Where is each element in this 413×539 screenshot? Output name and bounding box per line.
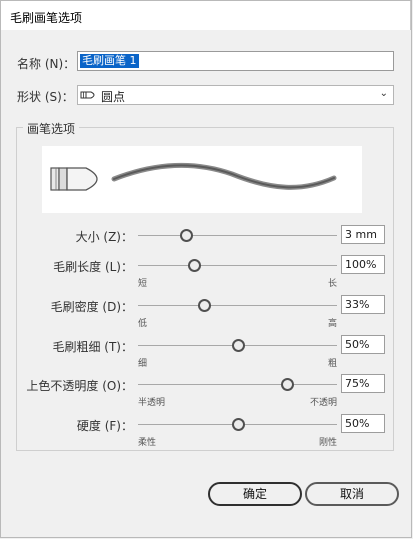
stiffness-slider-thumb[interactable] [231, 418, 245, 431]
size-label: 大小 (Z)： [75, 230, 133, 244]
bristle-length-slider-thumb[interactable] [187, 259, 201, 272]
chevron-down-icon[interactable]: ⌄ [380, 88, 388, 99]
paint-opacity-max-label: 不透明 [309, 398, 337, 408]
bristle-length-label: 毛刷长度 (L)： [53, 260, 133, 274]
bristle-density-slider-track[interactable] [138, 305, 337, 306]
paint-opacity-min-label: 半透明 [138, 398, 166, 408]
bristle-density-slider-thumb[interactable] [197, 299, 211, 312]
bristle-length-max-label: 长 [327, 279, 337, 289]
bristle-density-value-field[interactable]: 33% [341, 295, 385, 314]
paint-opacity-slider-track[interactable] [138, 384, 337, 385]
brush-options-title: 画笔选项 [23, 120, 80, 137]
bristle-length-slider-track[interactable] [138, 265, 337, 266]
brush-preview [42, 146, 362, 213]
bristle-thickness-slider-thumb[interactable] [231, 339, 245, 352]
bristle-length-min-label: 短 [138, 279, 148, 289]
ok-button[interactable]: 确定 [208, 482, 302, 506]
brush-preview-graphic [50, 162, 337, 191]
bristle-thickness-value-field[interactable]: 50% [341, 335, 385, 354]
stiffness-value-field[interactable]: 50% [341, 414, 385, 433]
stiffness-max-label: 刚性 [318, 438, 337, 448]
shape-select-value: 圆点 [101, 90, 126, 104]
bristle-density-min-label: 低 [138, 319, 148, 329]
size-value-field[interactable]: 3 mm [341, 225, 385, 244]
paint-opacity-value-field[interactable]: 75% [341, 374, 385, 393]
bristle-thickness-max-label: 粗 [327, 359, 337, 369]
stiffness-min-label: 柔性 [138, 438, 157, 448]
name-input-value[interactable]: 毛刷画笔 1 [80, 54, 139, 68]
name-label: 名称 (N)： [17, 57, 76, 71]
dialog-title: 毛刷画笔选项 [10, 11, 83, 25]
size-slider-track[interactable] [138, 235, 337, 236]
brush-tip-icon [50, 167, 98, 191]
bristle-length-value-field[interactable]: 100% [341, 255, 385, 274]
stiffness-label: 硬度 (F)： [76, 419, 133, 433]
cancel-button[interactable]: 取消 [305, 482, 399, 506]
shape-select[interactable]: 圆点 ⌄ [77, 85, 394, 105]
title-bar: 毛刷画笔选项 [0, 0, 411, 30]
paint-opacity-label: 上色不透明度 (O)： [26, 379, 133, 393]
round-point-brush-icon [80, 91, 95, 99]
size-slider-thumb[interactable] [179, 229, 193, 242]
name-input[interactable]: 毛刷画笔 1 [77, 51, 394, 71]
bristle-density-max-label: 高 [327, 319, 337, 329]
bristle-density-label: 毛刷密度 (D)： [50, 300, 133, 314]
bristle-thickness-label: 毛刷粗细 (T)： [52, 340, 133, 354]
shape-label: 形状 (S)： [17, 90, 74, 104]
bristle-thickness-min-label: 细 [138, 359, 148, 369]
